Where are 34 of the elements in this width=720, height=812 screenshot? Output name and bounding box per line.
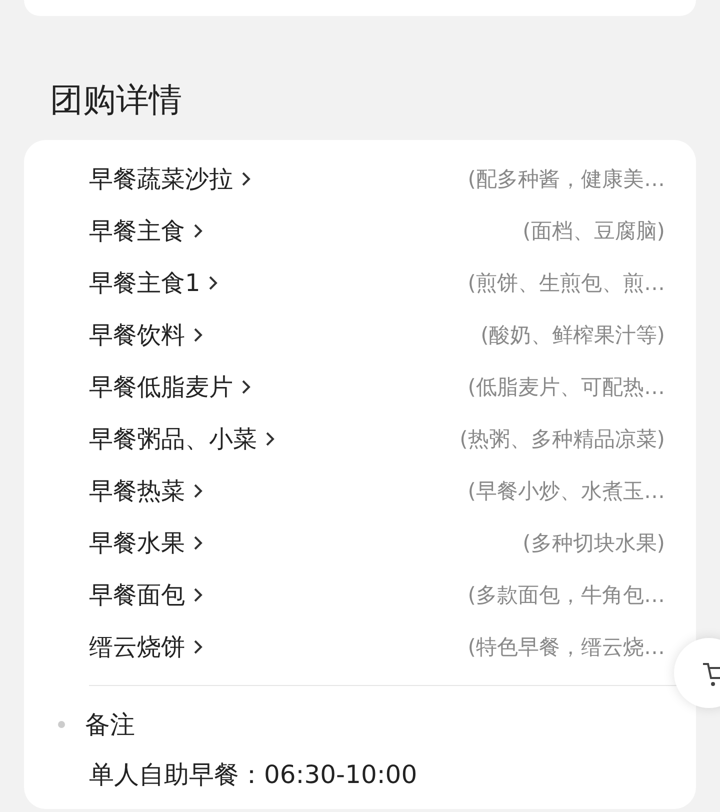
item-description: (煎饼、生煎包、煎… (468, 270, 665, 297)
note-title: 备注 (85, 708, 135, 740)
chevron-icon (193, 639, 203, 655)
chevron-icon (193, 483, 203, 499)
item-description: (多款面包，牛角包… (468, 582, 665, 609)
item-name[interactable]: 早餐蔬菜沙拉 (89, 163, 233, 195)
chevron-icon (193, 535, 203, 551)
chevron-icon (241, 379, 251, 395)
chevron-icon (241, 171, 251, 187)
item-name[interactable]: 早餐粥品、小菜 (89, 423, 257, 455)
item-name[interactable]: 早餐水果 (89, 527, 185, 559)
item-description: (酸奶、鲜榨果汁等) (480, 322, 665, 349)
item-name[interactable]: 早餐热菜 (89, 475, 185, 507)
note-text: 单人自助早餐：06:30-10:00 (89, 759, 418, 791)
chevron-icon (193, 587, 203, 603)
chevron-icon (265, 431, 275, 447)
item-description: (热粥、多种精品凉菜) (460, 426, 665, 453)
item-description: (面档、豆腐脑) (522, 218, 665, 245)
item-name[interactable]: 早餐面包 (89, 579, 185, 611)
item-description: (特色早餐，缙云烧… (468, 634, 665, 661)
chevron-icon (193, 223, 203, 239)
section-title: 团购详情 (50, 79, 182, 121)
item-description: (配多种酱，健康美… (468, 166, 665, 193)
item-description: (早餐小炒、水煮玉… (468, 478, 665, 505)
bullet-icon (58, 720, 65, 728)
item-name[interactable]: 早餐饮料 (89, 319, 185, 351)
item-description: (多种切块水果) (522, 530, 665, 557)
item-name[interactable]: 早餐低脂麦片 (89, 371, 233, 403)
item-description: (低脂麦片、可配热… (468, 374, 665, 401)
item-name[interactable]: 缙云烧饼 (89, 631, 185, 663)
item-name[interactable]: 早餐主食1 (89, 267, 200, 299)
chevron-icon (193, 327, 203, 343)
chevron-icon (208, 275, 218, 291)
item-name[interactable]: 早餐主食 (89, 215, 185, 247)
